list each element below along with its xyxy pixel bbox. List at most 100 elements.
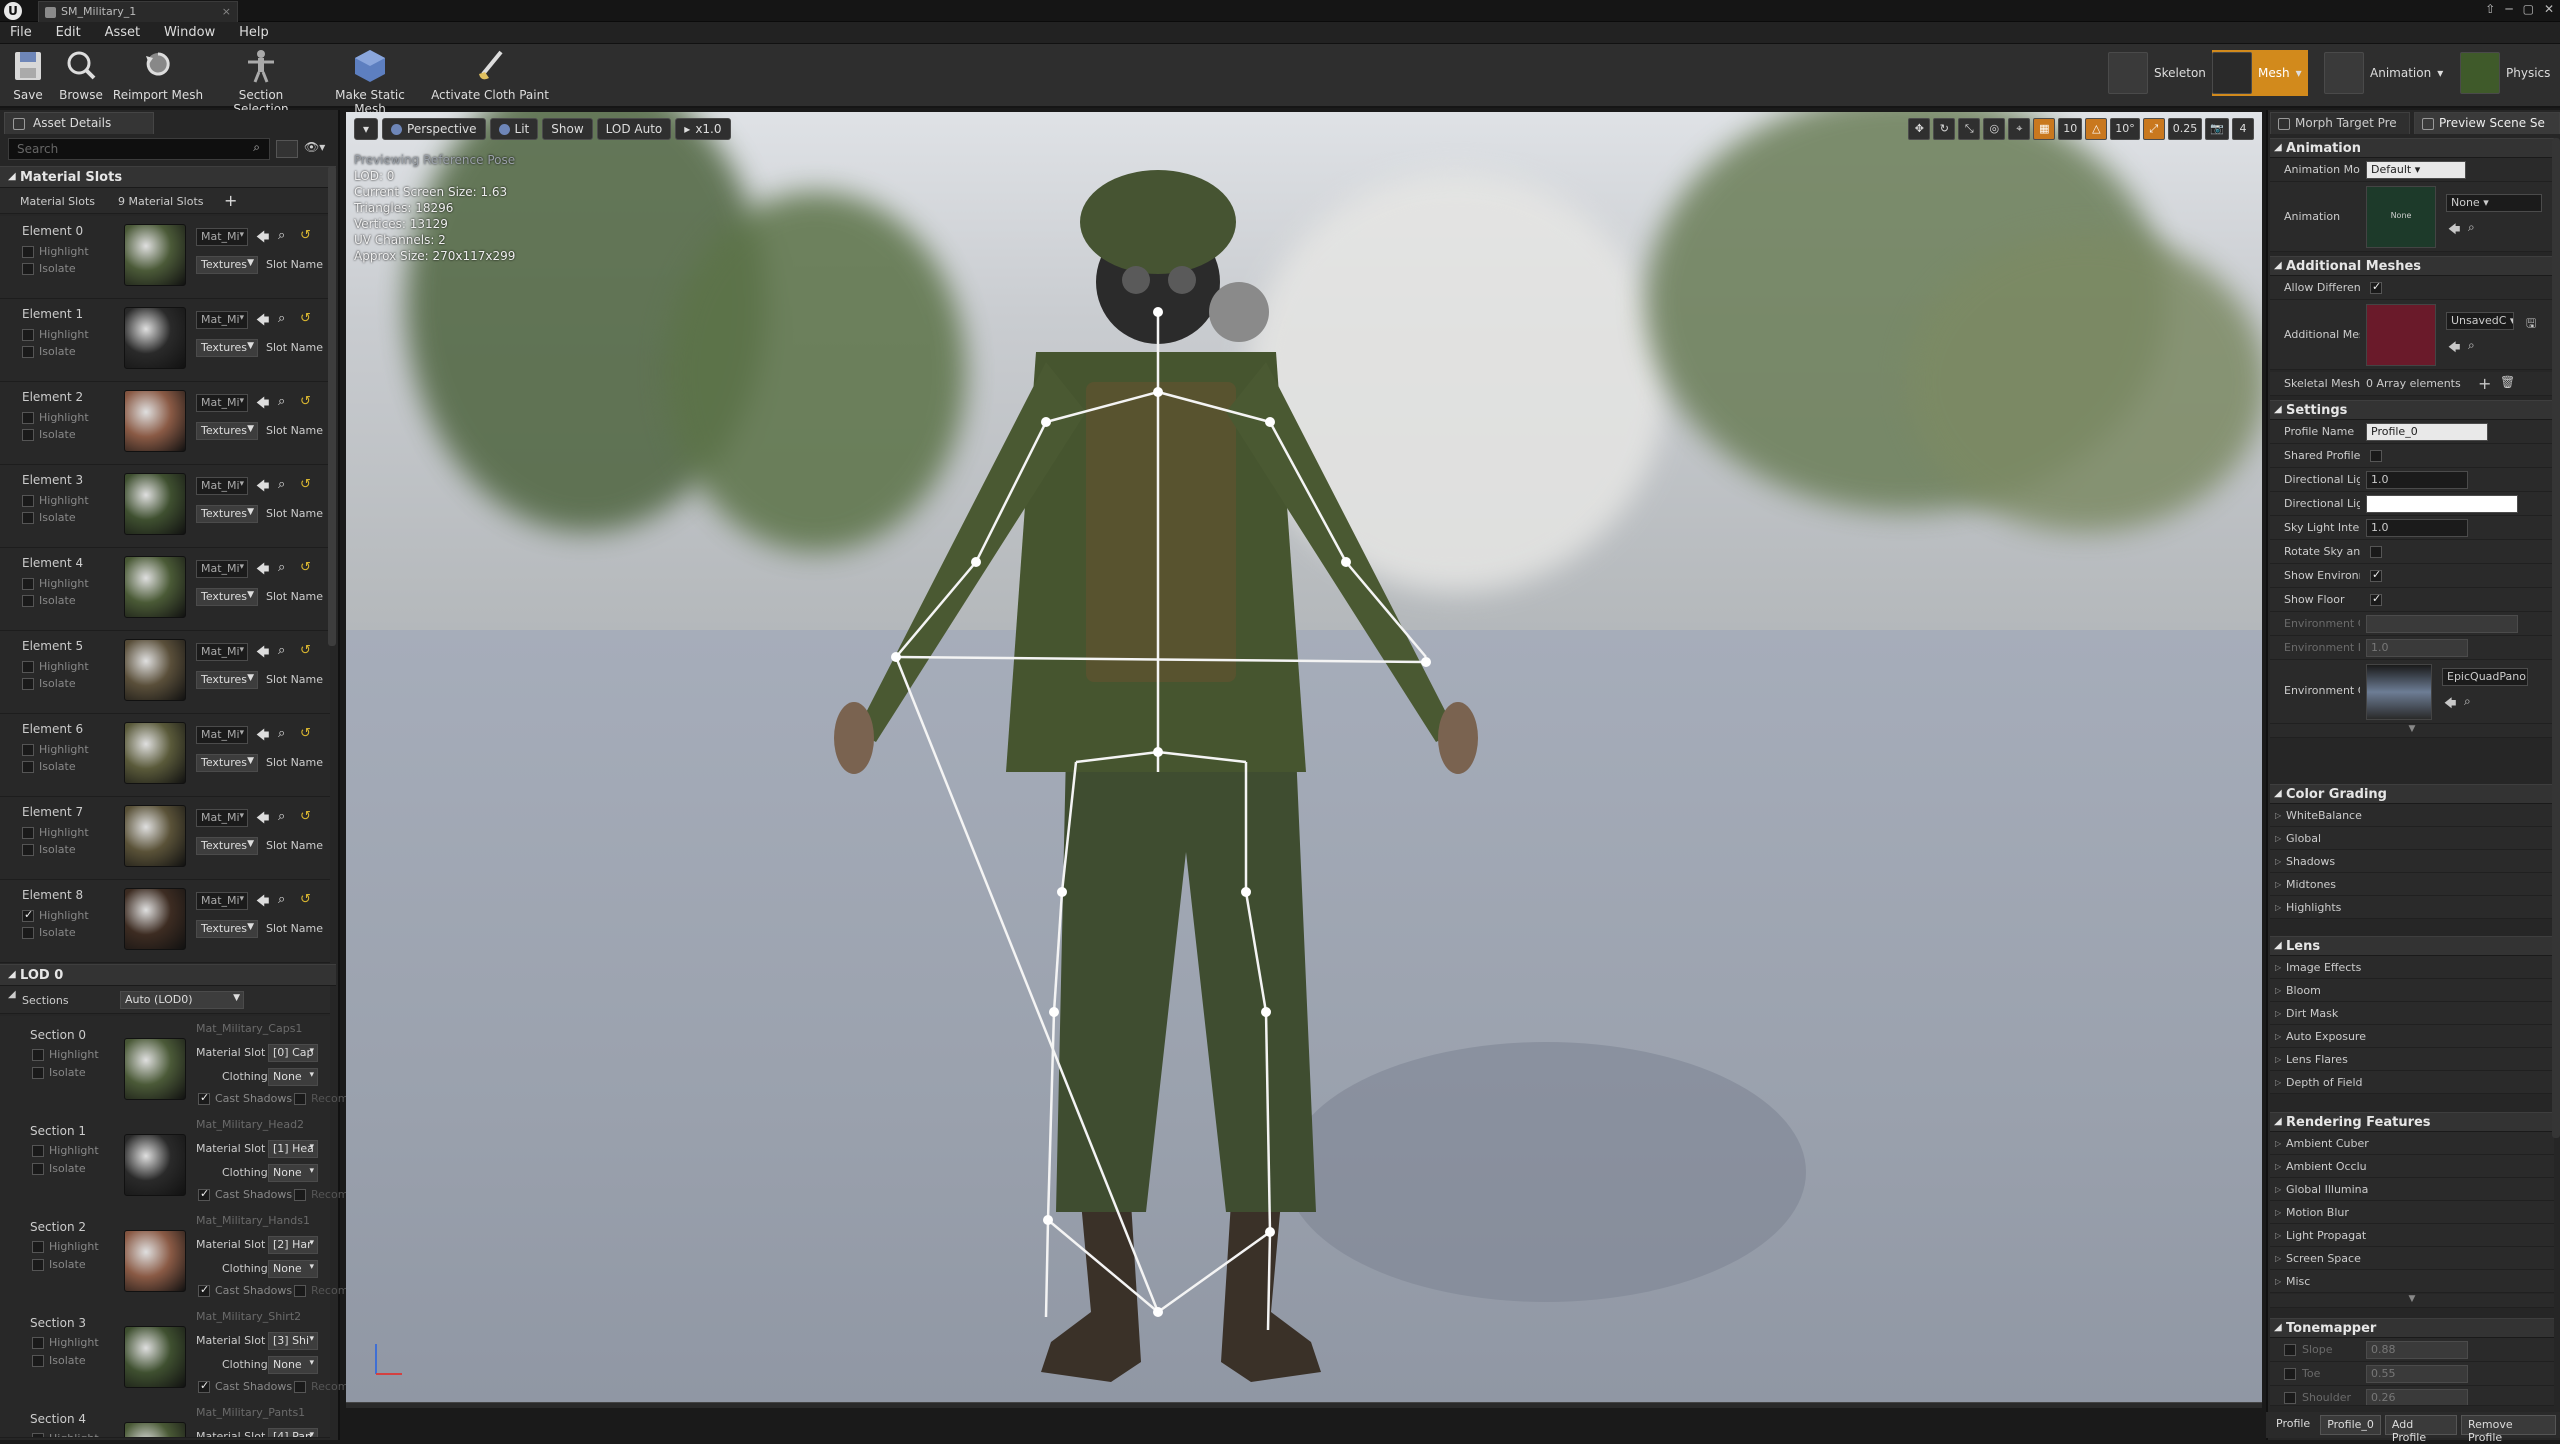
browse-asset-icon[interactable]: ⌕ — [278, 643, 285, 658]
cast-shadows-checkbox[interactable] — [198, 1283, 210, 1297]
isolate-checkbox[interactable] — [22, 345, 34, 358]
mesh-mode-button[interactable]: Mesh ▾ — [2212, 50, 2308, 96]
reset-to-default-icon[interactable]: ↺ — [300, 311, 311, 326]
highlight-checkbox[interactable] — [32, 1432, 44, 1437]
material-slot-dropdown[interactable]: [3] Shi ▾ — [268, 1332, 318, 1350]
browse-asset-icon[interactable]: ⌕ — [278, 477, 285, 492]
section-material-thumbnail[interactable] — [124, 1230, 186, 1292]
material-thumbnail[interactable] — [124, 390, 186, 452]
isolate-checkbox[interactable] — [32, 1258, 44, 1271]
isolate-checkbox[interactable] — [22, 262, 34, 275]
isolate-checkbox[interactable] — [32, 1066, 44, 1079]
morph-target-preview-tab[interactable]: Morph Target Pre — [2270, 112, 2410, 134]
grid-snap-icon[interactable]: ▦ — [2033, 118, 2056, 140]
shadows-item[interactable]: Shadows — [2270, 850, 2554, 873]
textures-dropdown[interactable]: Textures ▼ — [196, 671, 258, 689]
material-asset-dropdown[interactable]: Mat_Mi ▾ — [196, 643, 248, 661]
use-selected-arrow-icon[interactable]: 🡄 — [256, 394, 269, 416]
use-selected-arrow-icon[interactable]: 🡄 — [256, 809, 269, 831]
section-selection-button[interactable]: Section Selection — [212, 48, 310, 116]
grid-snap-value[interactable]: 10 — [2058, 118, 2083, 140]
textures-dropdown[interactable]: Textures ▼ — [196, 256, 258, 274]
details-search-input[interactable]: Search — [8, 138, 270, 160]
cast-shadows-checkbox[interactable] — [198, 1091, 210, 1105]
isolate-checkbox[interactable] — [22, 511, 34, 524]
window-share-icon[interactable]: ⇧ — [2485, 2, 2495, 16]
additional-meshes-header[interactable]: ◢ Additional Meshes — [2270, 256, 2554, 276]
recompute-tangent-checkbox[interactable] — [294, 1380, 306, 1393]
asset-document-tab[interactable]: SM_Military_1 × — [38, 1, 238, 22]
toe-override-checkbox[interactable] — [2284, 1368, 2296, 1380]
animation-mode-dropdown[interactable]: Default ▾ — [2366, 161, 2466, 179]
browse-asset-icon[interactable]: ⌕ — [2464, 694, 2471, 709]
use-selected-arrow-icon[interactable]: 🡄 — [256, 477, 269, 499]
motion-blur-item[interactable]: Motion Blur — [2270, 1201, 2554, 1224]
show-environment-checkbox[interactable] — [2370, 568, 2382, 582]
environment-cubemap-dropdown[interactable]: EpicQuadPano ▾ — [2442, 668, 2528, 686]
reset-to-default-icon[interactable]: ↺ — [300, 726, 311, 741]
browse-asset-icon[interactable]: ⌕ — [278, 726, 285, 741]
show-floor-checkbox[interactable] — [2370, 592, 2382, 606]
rendering-features-header[interactable]: ◢ Rendering Features — [2270, 1112, 2554, 1132]
animation-mode-dropdown-icon[interactable]: ▾ — [2437, 66, 2443, 80]
world-local-icon[interactable]: ◎ — [1983, 118, 2006, 140]
highlight-checkbox[interactable] — [22, 328, 34, 341]
viewport-options-dropdown[interactable]: ▾ — [354, 118, 379, 140]
save-asset-icon[interactable]: 🖫 — [2526, 314, 2536, 335]
close-tab-icon[interactable]: × — [222, 5, 231, 18]
section-material-thumbnail[interactable] — [124, 1038, 186, 1100]
material-asset-dropdown[interactable]: Mat_Mi ▾ — [196, 228, 248, 246]
physics-mode-button[interactable]: Physics — [2460, 50, 2550, 96]
highlight-checkbox[interactable] — [32, 1048, 44, 1061]
screen-space-item[interactable]: Screen Space — [2270, 1247, 2554, 1270]
scale-snap-value[interactable]: 0.25 — [2167, 118, 2203, 140]
lens-header[interactable]: ◢ Lens — [2270, 936, 2554, 956]
use-selected-arrow-icon[interactable]: 🡄 — [2448, 338, 2460, 359]
textures-dropdown[interactable]: Textures ▼ — [196, 754, 258, 772]
rotation-snap-icon[interactable]: △ — [2085, 118, 2108, 140]
highlight-checkbox[interactable] — [22, 908, 34, 922]
shoulder-override-checkbox[interactable] — [2284, 1392, 2296, 1404]
browse-asset-icon[interactable]: ⌕ — [278, 228, 285, 243]
textures-dropdown[interactable]: Textures ▼ — [196, 505, 258, 523]
use-selected-arrow-icon[interactable]: 🡄 — [256, 892, 269, 914]
add-material-slot-icon[interactable]: + — [224, 191, 237, 210]
lens-flares-item[interactable]: Lens Flares — [2270, 1048, 2554, 1071]
perspective-button[interactable]: Perspective — [382, 118, 486, 140]
use-selected-arrow-icon[interactable]: 🡄 — [256, 311, 269, 333]
cast-shadows-checkbox[interactable] — [198, 1379, 210, 1393]
bloom-item[interactable]: Bloom — [2270, 979, 2554, 1002]
material-thumbnail[interactable] — [124, 805, 186, 867]
animation-asset-dropdown[interactable]: None ▾ — [2446, 194, 2542, 212]
make-static-mesh-button[interactable]: Make Static Mesh — [318, 48, 422, 116]
profile-dropdown[interactable]: Profile_0 — [2320, 1415, 2381, 1435]
material-asset-dropdown[interactable]: Mat_Mi ▾ — [196, 892, 248, 910]
view-options-icon[interactable] — [276, 140, 298, 158]
section-material-thumbnail[interactable] — [124, 1326, 186, 1388]
skeleton-mode-button[interactable]: Skeleton — [2108, 50, 2206, 96]
clothing-dropdown[interactable]: None ▾ — [268, 1068, 318, 1086]
highlight-checkbox[interactable] — [22, 743, 34, 756]
material-thumbnail[interactable] — [124, 473, 186, 535]
material-slots-header[interactable]: ◢ Material Slots — [0, 166, 336, 188]
reimport-mesh-button[interactable]: Reimport Mesh — [112, 48, 204, 106]
highlight-checkbox[interactable] — [32, 1144, 44, 1157]
textures-dropdown[interactable]: Textures ▼ — [196, 920, 258, 938]
isolate-checkbox[interactable] — [22, 428, 34, 441]
lod-auto-button[interactable]: LOD Auto — [596, 118, 672, 140]
translate-tool-icon[interactable]: ✥ — [1908, 118, 1931, 140]
material-thumbnail[interactable] — [124, 888, 186, 950]
tonemapper-header[interactable]: ◢ Tonemapper — [2270, 1318, 2554, 1338]
material-thumbnail[interactable] — [124, 556, 186, 618]
material-slot-dropdown[interactable]: [0] Cap ▾ — [268, 1044, 318, 1062]
clothing-dropdown[interactable]: None ▾ — [268, 1260, 318, 1278]
eye-visibility-icon[interactable]: 👁▾ — [304, 140, 325, 154]
rotate-tool-icon[interactable]: ↻ — [1933, 118, 1956, 140]
maximize-window-icon[interactable]: ▢ — [2523, 2, 2534, 16]
add-profile-button[interactable]: Add Profile — [2384, 1415, 2457, 1444]
reset-to-default-icon[interactable]: ↺ — [300, 560, 311, 575]
browse-asset-icon[interactable]: ⌕ — [278, 311, 285, 326]
camera-speed-value[interactable]: 4 — [2232, 118, 2254, 140]
browse-asset-icon[interactable]: ⌕ — [278, 892, 285, 907]
browse-asset-icon[interactable]: ⌕ — [2468, 220, 2475, 235]
